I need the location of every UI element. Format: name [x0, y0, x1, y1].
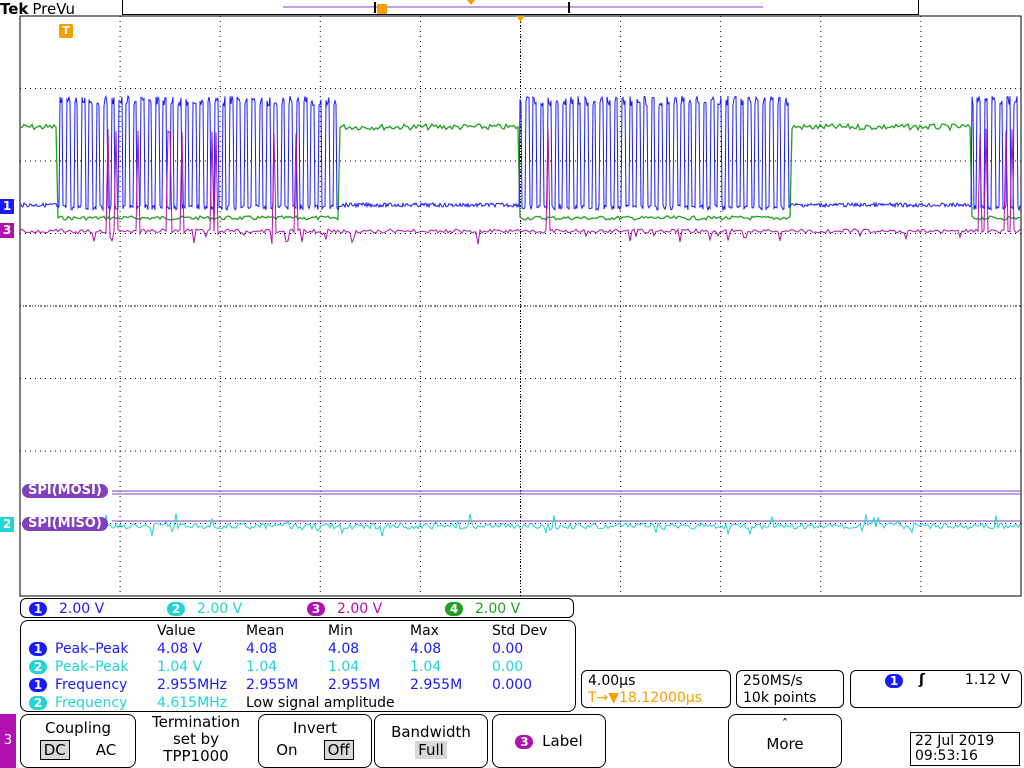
- row-mean: 2.955M: [246, 677, 299, 693]
- ch2-scale-value: 2.00 V: [197, 601, 243, 617]
- ch1-scale[interactable]: 1 2.00 V: [29, 601, 104, 617]
- coupling-button[interactable]: Coupling DC AC: [20, 714, 136, 768]
- date-value: 22 Jul 2019: [915, 733, 995, 749]
- acquisition-readout[interactable]: 250MS/s 10k points: [736, 670, 844, 708]
- bandwidth-button[interactable]: Bandwidth Full: [374, 714, 488, 768]
- ch4-scale[interactable]: 4 2.00 V: [445, 601, 520, 617]
- row-max: 4.08: [410, 641, 442, 657]
- row-channel-badge: 2: [29, 696, 47, 710]
- header-value: Value: [157, 623, 196, 639]
- channel-menu-tab[interactable]: 3: [0, 714, 16, 768]
- trace-ch2: [99, 513, 1021, 537]
- more-label: More: [766, 735, 804, 753]
- ch3-badge: 3: [307, 602, 325, 616]
- row-channel-badge: 1: [29, 642, 47, 656]
- termination-label: Termination: [152, 713, 240, 731]
- bus-label-mosi[interactable]: SPI(MOSI): [22, 484, 108, 498]
- trigger-source-badge: 1: [885, 674, 903, 688]
- row-name: Peak–Peak: [55, 659, 129, 675]
- rising-edge-icon: ʃ: [919, 672, 925, 688]
- termination-probe: TPP1000: [163, 747, 229, 765]
- bandwidth-label: Bandwidth: [391, 723, 471, 741]
- ch2-ground-marker[interactable]: 2: [0, 517, 14, 532]
- ch2-badge: 2: [167, 602, 185, 616]
- row-min: 2.955M: [328, 677, 381, 693]
- row-min: 1.04: [328, 659, 360, 675]
- measurement-table[interactable]: Value Mean Min Max Std Dev 1 Peak–Peak 4…: [20, 620, 576, 712]
- invert-on-option[interactable]: On: [276, 741, 297, 759]
- timebase-value: 4.00µs: [588, 673, 636, 689]
- trigger-position-icon: T→: [588, 690, 609, 706]
- row-min: 4.08: [328, 641, 360, 657]
- date-time-display: 22 Jul 2019 09:53:16: [910, 732, 1020, 766]
- row-std: 0.00: [492, 659, 524, 675]
- trigger-readout[interactable]: 1 ʃ 1.12 V: [850, 670, 1022, 708]
- more-button[interactable]: ˆ More: [728, 714, 842, 768]
- trigger-time-marker: [516, 16, 525, 22]
- bandwidth-value: Full: [415, 741, 447, 759]
- coupling-label: Coupling: [44, 719, 112, 737]
- record-length-value: 10k points: [743, 690, 817, 706]
- coupling-dc-option[interactable]: DC: [39, 740, 70, 760]
- chevron-up-icon: ˆ: [781, 718, 789, 733]
- time-value: 09:53:16: [915, 748, 978, 764]
- label-channel-badge: 3: [515, 734, 534, 749]
- ch4-scale-value: 2.00 V: [475, 601, 521, 617]
- ch3-ground-marker[interactable]: 3: [0, 223, 14, 238]
- row-value: 2.955MHz: [157, 677, 228, 693]
- row-name: Frequency: [55, 695, 128, 711]
- invert-label: Invert: [292, 719, 338, 737]
- row-mean: 4.08: [246, 641, 278, 657]
- row-name: Peak–Peak: [55, 641, 129, 657]
- trigger-position-marker: T: [59, 24, 73, 38]
- coupling-ac-option[interactable]: AC: [96, 741, 116, 759]
- horizontal-readout[interactable]: 4.00µs T→▼18.12000µs: [581, 670, 731, 708]
- termination-label-line2: set by: [172, 730, 220, 748]
- row-channel-badge: 2: [29, 660, 47, 674]
- sample-rate-value: 250MS/s: [743, 673, 803, 689]
- header-max: Max: [410, 623, 439, 639]
- ch1-ground-marker[interactable]: 1: [0, 199, 14, 214]
- row-max: 1.04: [410, 659, 442, 675]
- ch2-scale[interactable]: 2 2.00 V: [167, 601, 242, 617]
- row-channel-badge: 1: [29, 678, 47, 692]
- row-name: Frequency: [55, 677, 128, 693]
- label-text: Label: [542, 732, 583, 750]
- row-warning-note: Low signal amplitude: [246, 695, 395, 711]
- ch3-scale-value: 2.00 V: [337, 601, 383, 617]
- ch4-badge: 4: [445, 602, 463, 616]
- row-mean: 1.04: [246, 659, 278, 675]
- ch1-badge: 1: [29, 602, 47, 616]
- termination-button[interactable]: Termination set by TPP1000: [138, 714, 254, 768]
- label-button[interactable]: 3 Label: [492, 714, 606, 768]
- trigger-position-readout: T→▼18.12000µs: [588, 690, 724, 707]
- row-value: 4.615MHz: [157, 695, 228, 711]
- header-min: Min: [328, 623, 353, 639]
- vertical-scale-readout[interactable]: 1 2.00 V 2 2.00 V 3 2.00 V 4 2.00 V: [20, 598, 574, 618]
- row-value: 1.04 V: [157, 659, 203, 675]
- bus-label-miso[interactable]: SPI(MISO): [22, 517, 108, 531]
- ch3-scale[interactable]: 3 2.00 V: [307, 601, 382, 617]
- header-mean: Mean: [246, 623, 285, 639]
- trigger-level-value: 1.12 V: [965, 672, 1011, 688]
- row-max: 2.955M: [410, 677, 463, 693]
- row-std: 0.000: [492, 677, 533, 693]
- trigger-position-value: ▼18.12000µs: [608, 690, 703, 706]
- ch1-scale-value: 2.00 V: [59, 601, 105, 617]
- invert-off-option[interactable]: Off: [323, 740, 354, 760]
- row-std: 0.00: [492, 641, 524, 657]
- header-std-dev: Std Dev: [492, 623, 548, 639]
- row-value: 4.08 V: [157, 641, 203, 657]
- invert-button[interactable]: Invert On Off: [258, 714, 372, 768]
